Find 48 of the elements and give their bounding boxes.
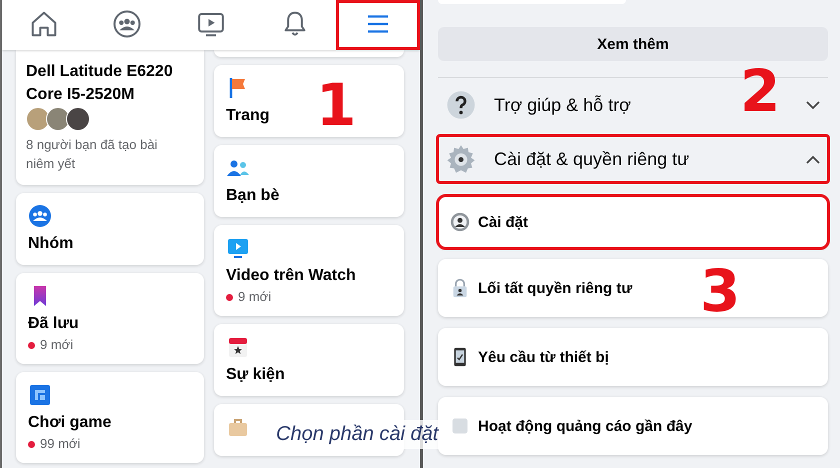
shortcut-label: Sự kiện [226,365,286,385]
settings-item[interactable]: Yêu cầu từ thiết bị [438,328,828,386]
listing-card[interactable]: Dell Latitude E6220 Core I5-2520M 8 người bạn đã tạo bài niêm yết [16,50,204,185]
shortcut-card[interactable]: Bạn bè [214,145,404,217]
new-count: 9 mới [40,337,74,353]
shortcut-label: Nhóm [28,234,74,254]
item-label: Hoạt động quảng cáo gần đây [478,418,692,434]
shortcut-card[interactable]: Chơi game 99 mới [16,372,204,463]
shortcut-label: Video trên Watch [226,266,357,286]
item-label: Cài đặt [478,214,528,230]
notification-dot [226,294,233,300]
shortcut-card[interactable]: Nhóm [16,193,204,265]
group-icon [112,8,142,38]
notification-dot [28,342,35,348]
see-more-button[interactable]: Xem thêm [438,27,828,61]
shortcut-card[interactable]: Đã lưu 9 mới [16,273,204,364]
question-mark-icon [446,90,476,120]
shortcut-card[interactable]: Sự kiện [214,324,404,396]
step-number: 3 [700,262,740,320]
person-icon [450,212,470,232]
section-label[interactable]: Cài đặt & quyền riêng tư [494,148,806,170]
listing-title: Dell Latitude E6220 [26,62,174,82]
avatar [46,107,70,131]
shortcut-card[interactable]: Video trên Watch 9 mới [214,225,404,316]
step-number: 1 [316,76,356,134]
shortcut-label: Bạn bè [226,186,280,206]
calendar-icon [226,335,250,359]
settings-item[interactable]: Hoạt động quảng cáo gần đây [438,397,828,455]
game-tile-icon [28,383,52,407]
shortcut-label: Đã lưu [28,314,80,334]
item-label: Yêu cầu từ thiết bị [478,348,609,366]
menu-tab[interactable] [336,0,420,50]
square-icon [450,416,470,436]
play-screen-icon [226,236,250,260]
step-number: 2 [740,62,780,120]
listing-title: Core I5-2520M [26,85,136,105]
new-count: 9 mới [238,289,272,305]
shortcut-label: Trang [226,106,271,126]
avatar [66,107,90,131]
gear-icon [446,144,476,174]
new-count: 99 mới [40,436,80,452]
notification-dot [28,440,35,448]
avatar [26,107,50,131]
shortcut-label: Chơi game [28,413,112,433]
item-label: Lối tất quyền riêng tư [478,280,632,296]
group-icon [28,204,52,228]
settings-item[interactable]: Cài đặt [438,196,828,248]
listing-subtitle: 8 người bạn đã tạo bài niêm yết [26,136,158,173]
